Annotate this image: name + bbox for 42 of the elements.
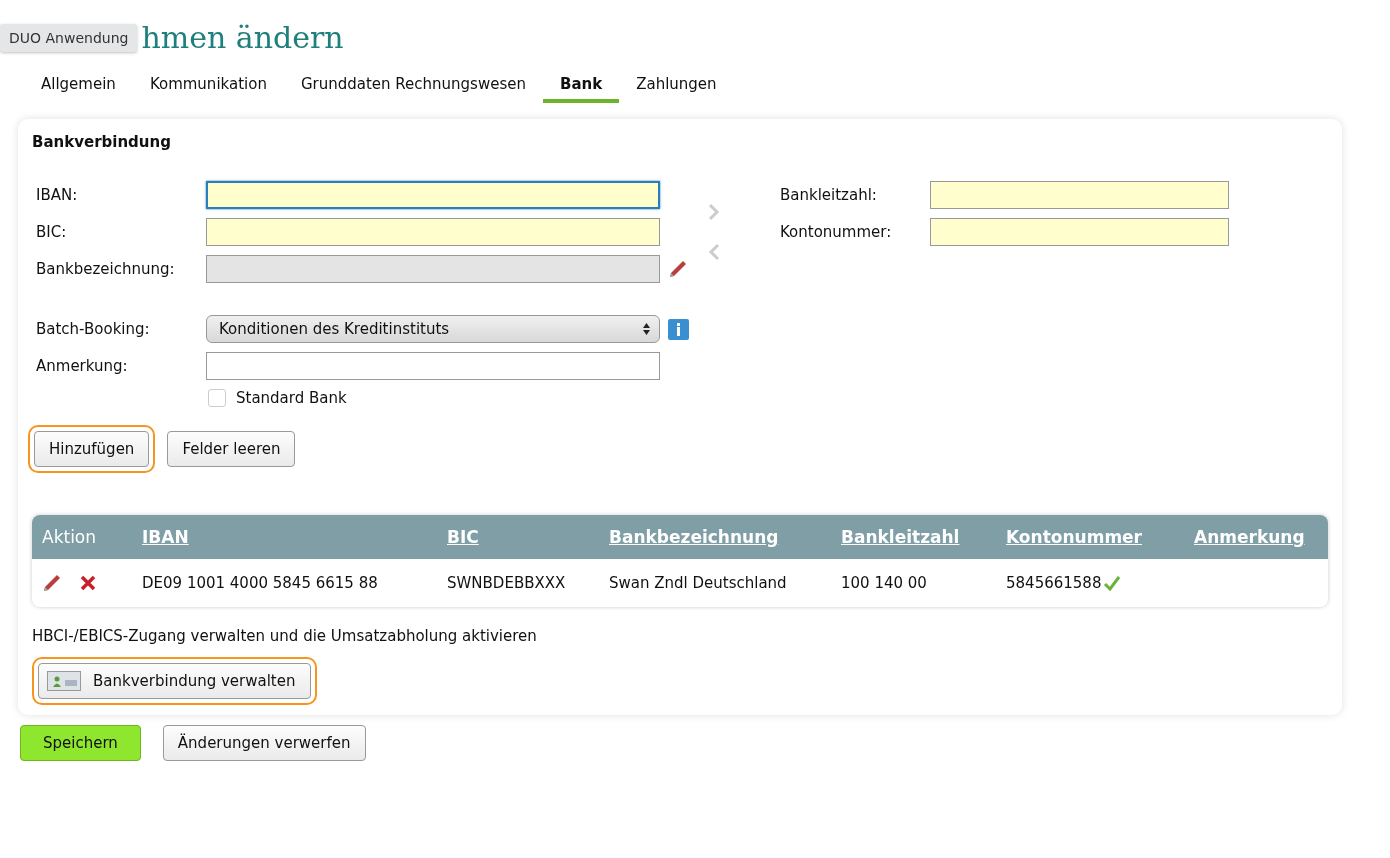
pencil-icon[interactable] xyxy=(42,573,62,593)
tab[interactable]: Allgemein xyxy=(24,69,133,103)
field-label: IBAN: xyxy=(36,186,79,204)
table-cell-text: Swan Zndl Deutschland xyxy=(608,573,788,594)
field-label: Batch-Booking: xyxy=(36,320,151,338)
table-cell-text: 100 140 00 xyxy=(840,573,928,594)
input-field[interactable] xyxy=(206,218,660,246)
form-button[interactable]: Hinzufügen xyxy=(34,431,150,467)
tab[interactable]: Bank xyxy=(542,69,620,103)
manage-button[interactable]: Bankverbindung verwalten xyxy=(38,663,311,699)
tooltip: DUO Anwendung xyxy=(0,23,138,52)
page-title: hmen ändern xyxy=(141,20,344,55)
info-icon[interactable] xyxy=(668,318,689,340)
footer-button[interactable]: Speichern xyxy=(20,725,141,761)
select-arrows-icon xyxy=(642,322,651,336)
field-label: Anmerkung: xyxy=(36,357,129,375)
table-cell-text: SWNBDEBBXXX xyxy=(446,573,567,594)
input-field[interactable] xyxy=(930,181,1229,209)
checkbox[interactable] xyxy=(208,389,226,407)
tab[interactable]: Zahlungen xyxy=(619,69,734,103)
field-label: BIC: xyxy=(36,223,68,241)
batch-booking-select[interactable]: Konditionen des Kreditinstituts xyxy=(206,315,660,343)
field-label: Kontonummer: xyxy=(780,223,893,241)
footer-button[interactable]: Änderungen verwerfen xyxy=(162,725,366,761)
input-field[interactable] xyxy=(930,218,1229,246)
id-card-icon xyxy=(47,671,81,691)
table-cell-text: DE09 1001 4000 5845 6615 88 xyxy=(141,573,379,594)
field-label: Bankbezeichnung: xyxy=(36,260,176,278)
section-title: Bankverbindung xyxy=(32,133,172,151)
table-cell: 5845661588 xyxy=(1006,574,1102,592)
column-header: Aktion xyxy=(41,527,98,547)
info-text: HBCI-/EBICS-Zugang verwalten und die Umsatzabholung aktivieren xyxy=(32,627,538,645)
input-field[interactable] xyxy=(206,352,660,380)
delete-icon[interactable] xyxy=(80,575,96,591)
field-label: Bankleitzahl: xyxy=(780,186,878,204)
form-button[interactable]: Felder leeren xyxy=(167,431,296,467)
chevron-left-icon[interactable] xyxy=(708,243,720,261)
tab[interactable]: Grunddaten Rechnungswesen xyxy=(283,69,543,103)
tab[interactable]: Kommunikation xyxy=(132,69,284,103)
input-field[interactable] xyxy=(206,181,660,209)
checkbox-label: Standard Bank xyxy=(236,389,347,407)
chevron-right-icon[interactable] xyxy=(708,203,720,221)
